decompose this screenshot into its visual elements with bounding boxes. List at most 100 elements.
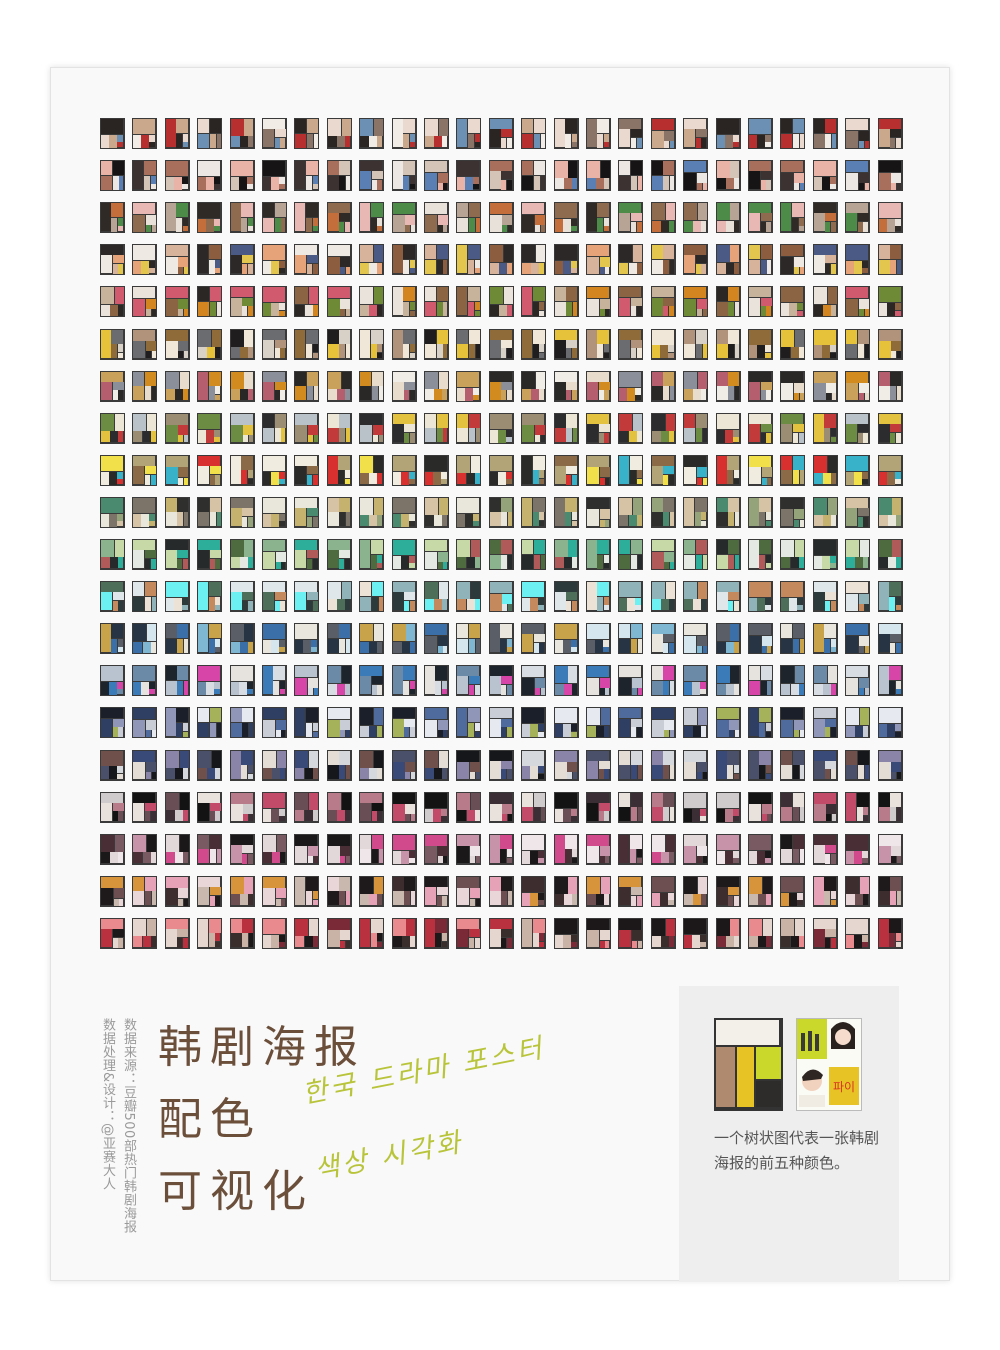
treemap-color-block — [475, 638, 481, 654]
treemap-color-block — [392, 834, 416, 851]
treemap-color-block — [392, 592, 405, 612]
treemap-color-block — [295, 161, 307, 191]
poster-treemap-tile — [359, 286, 385, 318]
treemap-color-block — [184, 267, 189, 275]
poster-treemap-tile — [812, 496, 838, 528]
treemap-color-block — [425, 666, 436, 696]
treemap-color-block — [360, 849, 373, 864]
treemap-color-block — [151, 730, 157, 738]
poster-treemap-tile — [326, 833, 352, 865]
poster-treemap-tile — [780, 707, 806, 739]
treemap-color-block — [378, 435, 384, 443]
poster-treemap-tile — [780, 581, 806, 613]
treemap-color-block — [392, 119, 404, 148]
treemap-color-block — [651, 161, 664, 177]
poster-treemap-tile — [262, 496, 287, 528]
treemap-color-block — [630, 624, 643, 640]
treemap-color-block — [896, 259, 902, 275]
treemap-color-block — [539, 470, 546, 480]
treemap-color-block — [295, 203, 307, 233]
treemap-color-block — [895, 942, 902, 948]
poster-treemap-tile — [488, 623, 514, 655]
treemap-color-block — [571, 512, 578, 522]
poster-treemap-tile — [845, 623, 871, 655]
poster-treemap-tile — [715, 370, 741, 402]
treemap-color-block — [133, 287, 157, 300]
poster-treemap-tile — [748, 286, 773, 318]
treemap-color-block — [327, 719, 341, 738]
treemap-color-block — [798, 683, 805, 696]
treemap-color-block — [587, 876, 601, 895]
treemap-color-block — [598, 423, 610, 433]
poster-treemap-tile — [650, 244, 676, 276]
treemap-color-block — [274, 129, 286, 139]
poster-treemap-tile — [650, 454, 676, 486]
treemap-color-block — [766, 563, 772, 569]
treemap-color-block — [378, 386, 384, 401]
poster-treemap-tile — [359, 707, 385, 739]
treemap-color-block — [133, 161, 145, 191]
treemap-color-block — [792, 423, 805, 433]
treemap-color-block — [198, 849, 211, 864]
poster-treemap-tile — [391, 581, 417, 613]
treemap-color-block — [392, 876, 405, 892]
poster-treemap-tile — [456, 833, 482, 865]
treemap-color-block — [327, 624, 340, 640]
treemap-color-block — [566, 287, 578, 303]
poster-treemap-tile — [424, 454, 449, 486]
treemap-color-block — [702, 309, 708, 317]
treemap-color-block — [604, 811, 610, 822]
treemap-color-block — [571, 474, 578, 485]
treemap-color-block — [695, 413, 708, 429]
treemap-color-block — [165, 638, 178, 654]
treemap-color-block — [327, 298, 341, 317]
poster-treemap-tile — [553, 581, 579, 613]
poster-treemap-tile — [586, 539, 611, 570]
poster-treemap-tile — [262, 328, 287, 360]
treemap-color-block — [670, 386, 675, 401]
treemap-color-block — [895, 596, 902, 606]
poster-treemap-tile — [391, 623, 417, 655]
poster-treemap-tile — [456, 917, 482, 949]
treemap-color-block — [684, 329, 697, 345]
treemap-color-block — [878, 834, 902, 847]
treemap-color-block — [554, 381, 567, 401]
treemap-color-block — [327, 497, 340, 513]
treemap-color-block — [539, 933, 546, 943]
treemap-color-block — [831, 428, 837, 438]
treemap-color-block — [716, 301, 729, 317]
treemap-color-block — [176, 119, 189, 134]
treemap-color-block — [327, 119, 342, 137]
treemap-color-block — [248, 933, 254, 948]
treemap-color-block — [215, 259, 222, 269]
poster-treemap-tile — [100, 875, 125, 907]
poster-treemap-tile — [100, 412, 125, 444]
treemap-color-block — [112, 929, 124, 939]
treemap-color-block — [339, 550, 351, 560]
treemap-color-block — [825, 119, 837, 134]
treemap-color-block — [118, 304, 124, 317]
poster-treemap-tile — [100, 917, 125, 949]
poster-treemap-tile — [456, 707, 482, 739]
treemap-color-block — [263, 834, 277, 853]
treemap-color-block — [377, 262, 384, 275]
treemap-color-block — [327, 834, 351, 847]
treemap-color-block — [857, 329, 870, 345]
poster-treemap-tile — [683, 454, 709, 486]
treemap-color-block — [878, 876, 891, 892]
treemap-color-block — [813, 844, 826, 864]
poster-treemap-tile — [553, 118, 579, 149]
treemap-color-block — [377, 217, 384, 227]
treemap-color-block — [216, 722, 222, 738]
treemap-color-block — [813, 718, 826, 738]
treemap-color-block — [781, 470, 794, 485]
treemap-color-block — [279, 815, 286, 822]
treemap-color-block — [716, 329, 729, 345]
treemap-color-block — [295, 255, 308, 275]
treemap-color-block — [295, 624, 319, 641]
treemap-color-block — [151, 224, 157, 233]
treemap-color-block — [133, 497, 157, 514]
treemap-color-block — [467, 287, 481, 303]
treemap-color-block — [443, 344, 448, 359]
treemap-color-block — [598, 381, 610, 391]
